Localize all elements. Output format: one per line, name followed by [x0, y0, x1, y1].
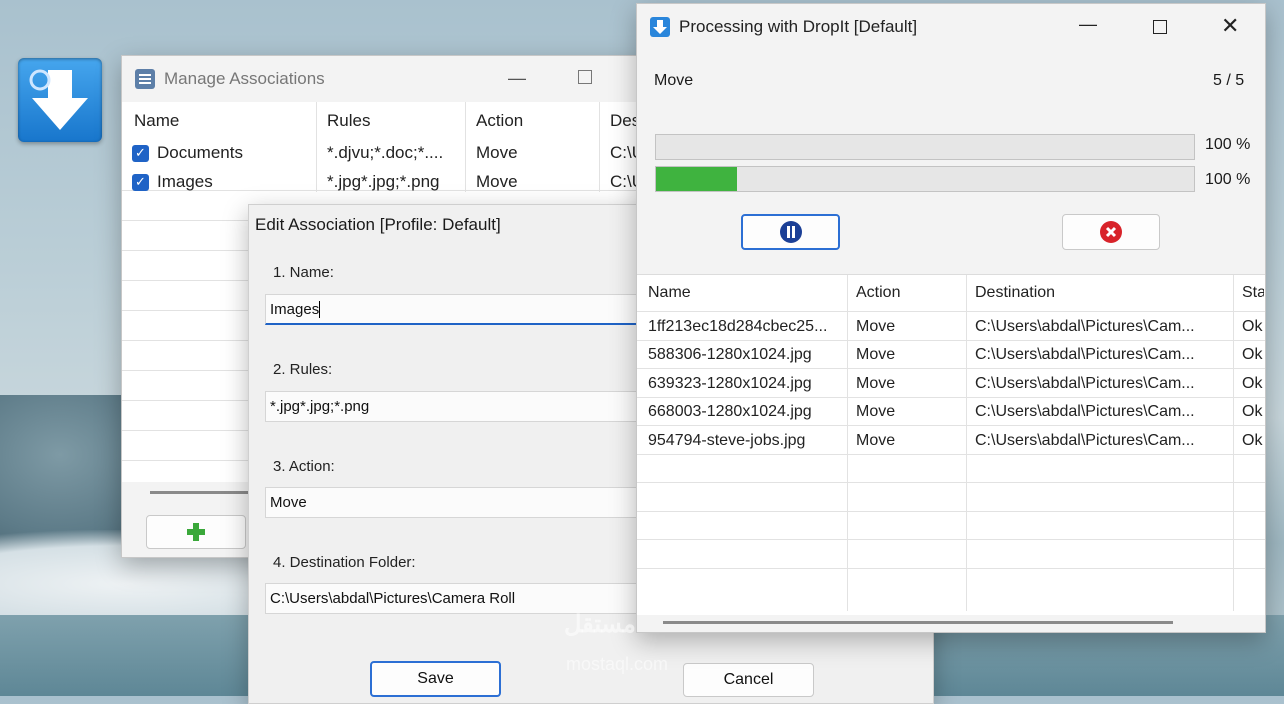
file-action: Move	[856, 318, 896, 335]
row-name: Documents	[157, 143, 243, 162]
col-header-rules[interactable]: Rules	[327, 111, 476, 131]
file-action: Move	[856, 375, 896, 392]
file-name: 954794-steve-jobs.jpg	[648, 432, 806, 449]
maximize-button[interactable]	[578, 70, 592, 84]
processing-window: Processing with DropIt [Default] — ✕ Mov…	[636, 3, 1266, 633]
processing-title-bar: Processing with DropIt [Default] — ✕	[637, 4, 1265, 50]
action-label: 3. Action:	[273, 458, 335, 475]
cancel-button[interactable]: Cancel	[683, 663, 814, 697]
col-header-status[interactable]: Sta	[1242, 284, 1264, 302]
edit-title: Edit Association [Profile: Default]	[255, 215, 501, 234]
pause-button[interactable]	[741, 214, 840, 250]
processed-files-list[interactable]: Name Action Destination Sta 1ff213ec18d2…	[637, 274, 1265, 624]
name-label: 1. Name:	[273, 264, 334, 281]
dropit-icon	[29, 69, 88, 130]
file-name: 639323-1280x1024.jpg	[648, 375, 812, 392]
overall-progress-bar	[655, 134, 1195, 160]
file-status: Ok	[1242, 375, 1263, 392]
horizontal-scrollbar[interactable]	[150, 491, 250, 494]
file-status: Ok	[1242, 318, 1263, 335]
watermark-logo: مستقل	[564, 611, 636, 638]
dropit-icon	[649, 16, 671, 38]
manage-title: Manage Associations	[164, 69, 325, 88]
file-name: 1ff213ec18d284cbec25...	[648, 318, 828, 335]
file-destination: C:\Users\abdal\Pictures\Cam...	[975, 375, 1195, 392]
col-header-name[interactable]: Name	[648, 284, 691, 302]
stop-button[interactable]	[1062, 214, 1160, 250]
file-status: Ok	[1242, 346, 1263, 363]
overall-progress-text: 100 %	[1205, 136, 1251, 153]
plus-icon	[187, 523, 205, 541]
col-header-action[interactable]: Action	[856, 284, 900, 302]
rules-label: 2. Rules:	[273, 361, 333, 378]
file-destination: C:\Users\abdal\Pictures\Cam...	[975, 318, 1195, 335]
file-name: 588306-1280x1024.jpg	[648, 346, 812, 363]
file-action: Move	[856, 346, 896, 363]
file-destination: C:\Users\abdal\Pictures\Cam...	[975, 346, 1195, 363]
file-status: Ok	[1242, 432, 1263, 449]
checkbox-icon[interactable]: ✓	[132, 173, 149, 191]
row-destination: C:\U	[610, 143, 638, 162]
file-action: Move	[856, 403, 896, 420]
col-header-action[interactable]: Action	[476, 111, 610, 131]
file-destination: C:\Users\abdal\Pictures\Cam...	[975, 432, 1195, 449]
manage-title-bar: Manage Associations —	[122, 56, 660, 102]
processing-title: Processing with DropIt [Default]	[679, 17, 918, 36]
file-count: 5 / 5	[1213, 72, 1245, 89]
row-action: Move	[476, 143, 518, 162]
horizontal-scrollbar[interactable]	[663, 621, 1173, 624]
current-action: Move	[654, 72, 694, 89]
watermark-text: mostaql.com	[566, 654, 669, 674]
row-destination: C:\U	[610, 172, 638, 191]
destination-label: 4. Destination Folder:	[273, 554, 416, 571]
minimize-button[interactable]: —	[508, 68, 526, 89]
col-header-name[interactable]: Name	[134, 111, 327, 131]
dropit-desktop-icon[interactable]	[18, 58, 102, 142]
file-progress-bar	[655, 166, 1195, 192]
row-rules: *.djvu;*.doc;*....	[327, 143, 444, 162]
file-action: Move	[856, 432, 896, 449]
association-row[interactable]: ✓ Images *.jpg*.jpg;*.png Move C:\U	[132, 172, 638, 192]
minimize-icon[interactable]: —	[1079, 14, 1097, 35]
row-name: Images	[157, 172, 213, 191]
add-association-button[interactable]	[146, 515, 246, 549]
app-list-icon	[134, 68, 156, 90]
pause-icon	[779, 221, 802, 243]
col-header-destination[interactable]: Destination	[975, 284, 1055, 302]
maximize-icon[interactable]	[1153, 20, 1167, 34]
row-rules: *.jpg*.jpg;*.png	[327, 172, 440, 191]
association-row[interactable]: ✓ Documents *.djvu;*.doc;*.... Move C:\U	[132, 143, 638, 163]
file-destination: C:\Users\abdal\Pictures\Cam...	[975, 403, 1195, 420]
stop-icon	[1100, 221, 1122, 243]
file-progress-text: 100 %	[1205, 171, 1251, 188]
row-action: Move	[476, 172, 518, 191]
close-icon[interactable]: ✕	[1221, 13, 1239, 39]
manage-table-header: Name Rules Action Des	[134, 111, 640, 131]
file-status: Ok	[1242, 403, 1263, 420]
save-button[interactable]: Save	[370, 661, 501, 697]
file-name: 668003-1280x1024.jpg	[648, 403, 812, 420]
checkbox-icon[interactable]: ✓	[132, 144, 149, 162]
